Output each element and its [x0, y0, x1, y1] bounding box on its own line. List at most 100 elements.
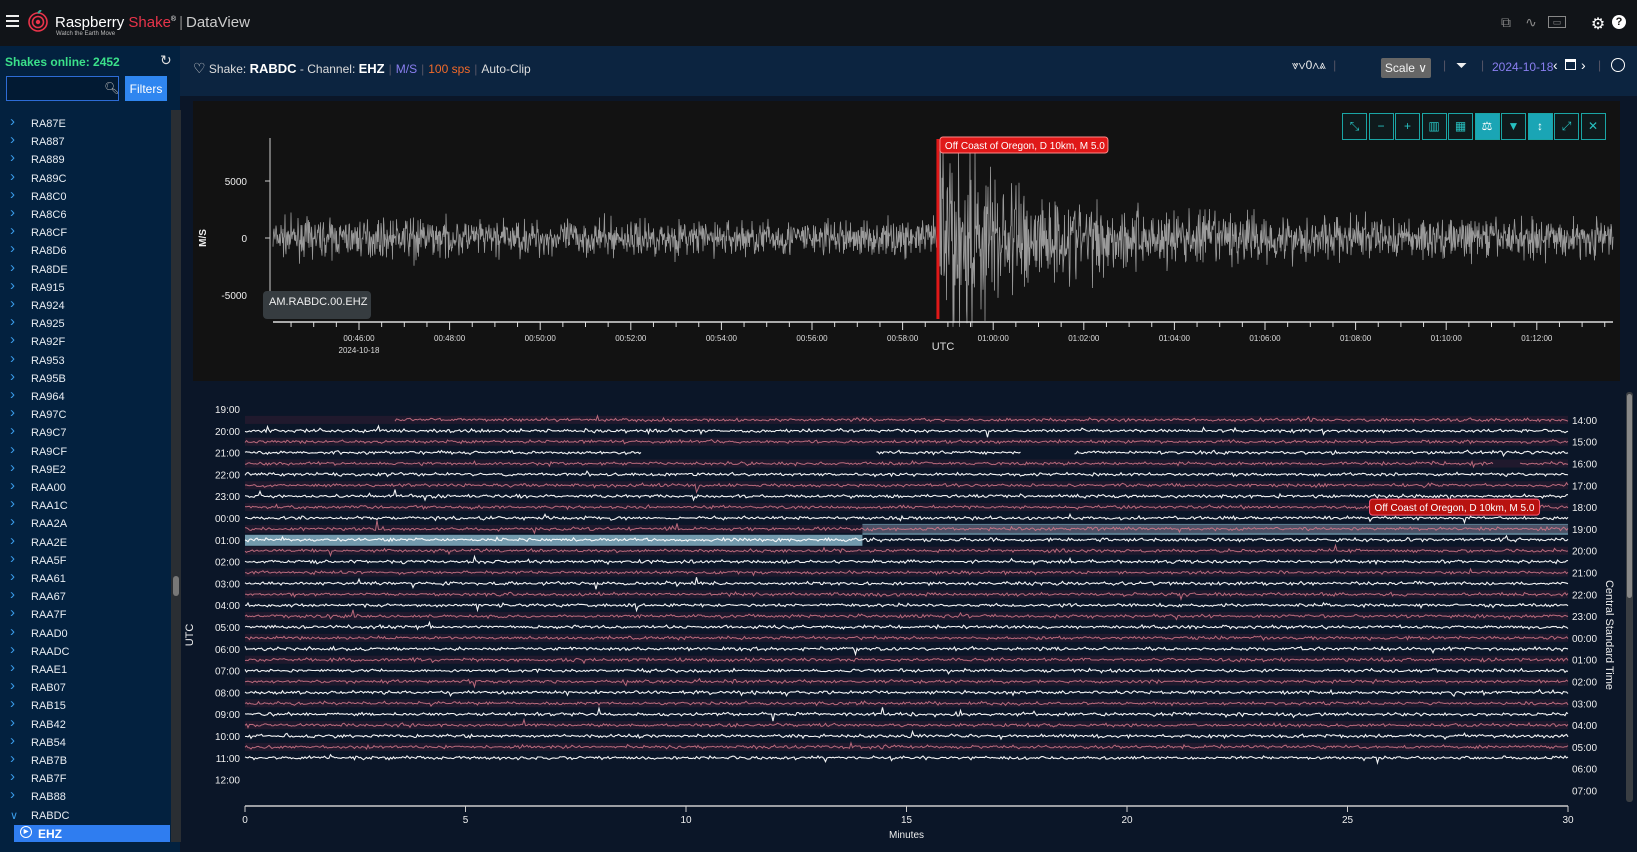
search-icon[interactable]: 🔍︎	[104, 81, 119, 95]
station-item[interactable]: › RA925	[0, 313, 170, 334]
trace-band	[245, 699, 1568, 708]
station-item[interactable]: › RAB88	[0, 786, 170, 807]
station-item[interactable]: › RA9CF	[0, 441, 170, 462]
station-item[interactable]: › RA915	[0, 277, 170, 298]
station-item[interactable]: › RA89C	[0, 168, 170, 189]
station-label: RA925	[31, 318, 65, 331]
helicorder-scroll-thumb[interactable]	[1627, 394, 1632, 598]
calendar-icon[interactable]	[1565, 59, 1576, 70]
station-item[interactable]: › RA8C6	[0, 204, 170, 225]
station-item[interactable]: › RA97C	[0, 404, 170, 425]
station-item[interactable]: › RAA67	[0, 586, 170, 607]
chevron-right-icon: ›	[10, 404, 15, 422]
utc-hour-label: 04:00	[215, 601, 240, 612]
station-item[interactable]: › RAADC	[0, 641, 170, 662]
date-picker[interactable]: 2024-10-18	[1492, 60, 1553, 74]
station-item[interactable]: › RA964	[0, 386, 170, 407]
x-tick-label: 01:08:00	[1340, 334, 1372, 343]
station-item[interactable]: › RAAE1	[0, 659, 170, 680]
filters-button[interactable]: Filters	[125, 76, 167, 101]
station-item[interactable]: › RA92F	[0, 331, 170, 352]
double-chevron-down-icon[interactable]: ⩔	[1292, 58, 1299, 72]
chevron-right-icon: ›	[10, 367, 15, 385]
next-day-icon[interactable]: ›	[1581, 57, 1586, 73]
station-item[interactable]: › RAB15	[0, 695, 170, 716]
station-item[interactable]: › RA8DE	[0, 259, 170, 280]
trace-hour-white	[245, 601, 1569, 613]
station-item[interactable]: › RA9E2	[0, 459, 170, 480]
chevron-right-icon: ›	[10, 204, 15, 221]
helicorder-chart[interactable]: 19:00 20:00 21:00 22:00 23:00 00:00 01:00 02:00…	[180, 385, 1625, 852]
auto-clip-toggle[interactable]: Auto-Clip	[481, 62, 530, 76]
compare-icon[interactable]: ⧉	[1497, 14, 1515, 30]
double-chevron-up-icon[interactable]: ⩓	[1319, 58, 1326, 72]
spectrogram-icon[interactable]: ∿	[1522, 14, 1540, 30]
refresh-icon[interactable]: ↻	[160, 52, 172, 69]
favorite-heart-icon[interactable]: ♡	[193, 60, 206, 76]
globe-icon[interactable]	[1611, 58, 1625, 72]
station-item[interactable]: › RA889	[0, 149, 170, 170]
live-icon[interactable]: ▭	[1548, 16, 1566, 28]
station-item[interactable]: › RAA7F	[0, 604, 170, 625]
x-date-label: 2024-10-18	[339, 346, 380, 355]
x-tick-label: 01:02:00	[1068, 334, 1100, 343]
trace-hour-white	[244, 449, 1569, 458]
station-item[interactable]: › RAA2E	[0, 532, 170, 553]
channel-item-ehz[interactable]: ▶ EHZ	[14, 825, 170, 842]
station-label: RA95B	[31, 372, 66, 385]
station-search-input[interactable]	[6, 76, 119, 101]
waveform-chart[interactable]: 5000 0 -5000 M/S Off Coast of Oregon, D 10km…	[193, 101, 1620, 381]
station-item[interactable]: › RA87E	[0, 113, 170, 134]
gear-icon[interactable]: ⚙	[1589, 14, 1607, 33]
station-item[interactable]: › RA9C7	[0, 422, 170, 443]
station-item[interactable]: ∨ RABDC	[0, 808, 170, 826]
station-item[interactable]: › RA953	[0, 350, 170, 371]
brand-name: Raspberry	[55, 14, 125, 31]
station-item[interactable]: › RAA1C	[0, 495, 170, 516]
event-label-text: Off Coast of Oregon, D 10km, M 5.0	[945, 141, 1105, 152]
trace-hour-white	[244, 645, 1569, 657]
trace-hour-white	[244, 706, 1569, 722]
station-item[interactable]: › RAB54	[0, 732, 170, 753]
station-item[interactable]: › RAA61	[0, 568, 170, 589]
cst-hour-label: 23:00	[1572, 612, 1597, 623]
chevron-down-icon[interactable]: ∨	[1299, 58, 1306, 72]
station-item[interactable]: › RA8D6	[0, 240, 170, 261]
utc-hour-label: 12:00	[215, 776, 240, 787]
station-item[interactable]: › RAA00	[0, 477, 170, 498]
cst-hour-label: 00:00	[1572, 634, 1597, 645]
offset-controls: ⩔∨0∧⩓ |	[1292, 58, 1337, 72]
play-icon: ▶	[20, 826, 32, 838]
x-tick-label: 0	[242, 815, 248, 826]
station-item[interactable]: › RA8CF	[0, 222, 170, 243]
channel-label: - Channel:	[299, 62, 356, 76]
station-item[interactable]: › RAB07	[0, 677, 170, 698]
chevron-down-icon: ∨	[10, 809, 19, 822]
station-item[interactable]: › RAB42	[0, 714, 170, 735]
station-item[interactable]: › RA8C0	[0, 186, 170, 207]
utc-hour-label: 02:00	[215, 558, 240, 569]
station-item[interactable]: › RA924	[0, 295, 170, 316]
station-item[interactable]: › RA95B	[0, 367, 170, 389]
station-item[interactable]: › RA887	[0, 131, 170, 152]
station-label: RAA2E	[31, 536, 68, 549]
station-label: RA8C6	[31, 209, 67, 221]
help-icon[interactable]: ?	[1612, 15, 1626, 29]
station-item[interactable]: › RAB7B	[0, 750, 170, 771]
units-toggle[interactable]: M/S	[396, 62, 417, 76]
station-item[interactable]: › RAA2A	[0, 513, 170, 534]
filter-icon[interactable]: ⏷	[1456, 57, 1467, 74]
station-item[interactable]: › RAA5F	[0, 550, 170, 571]
product-name: DataView	[186, 14, 250, 31]
x-tick-label: 01:04:00	[1159, 334, 1191, 343]
x-tick-label: 25	[1342, 815, 1354, 826]
sidebar-scroll-thumb[interactable]	[173, 576, 179, 596]
chevron-up-icon[interactable]: ∧	[1312, 58, 1319, 72]
hamburger-menu-icon[interactable]	[6, 15, 19, 27]
station-item[interactable]: › RAAD0	[0, 623, 170, 644]
station-item[interactable]: › RAB7F	[0, 768, 170, 789]
scale-dropdown[interactable]: Scale ∨	[1381, 58, 1431, 78]
trace-hour-white	[244, 424, 1569, 438]
previous-day-icon[interactable]: ‹	[1553, 57, 1558, 73]
trace-hour-white	[244, 470, 1569, 478]
